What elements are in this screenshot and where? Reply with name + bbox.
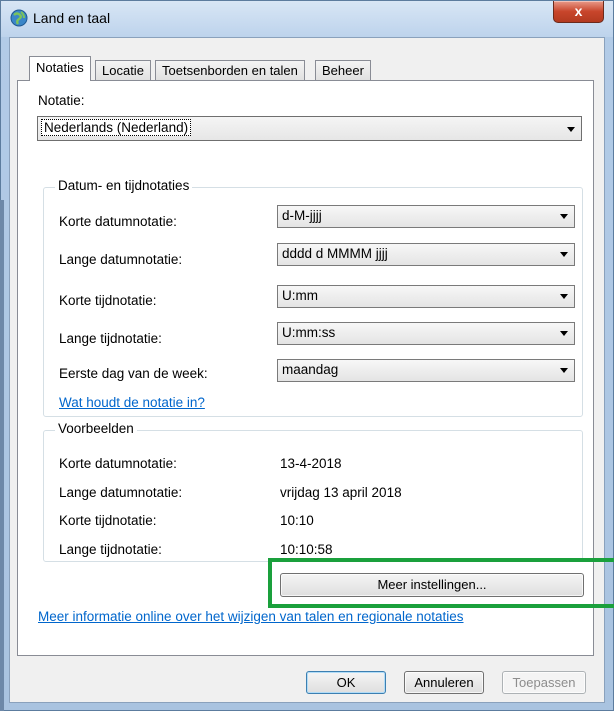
notatie-value: Nederlands (Nederland) [41, 119, 192, 136]
example-value: vrijdag 13 april 2018 [280, 485, 402, 500]
ok-button[interactable]: OK [306, 671, 386, 694]
label-korte-datumnotatie: Korte datumnotatie: [59, 214, 177, 229]
eerste-dag-dropdown[interactable]: maandag [277, 359, 575, 382]
chevron-down-icon [560, 294, 568, 299]
cancel-button[interactable]: Annuleren [404, 671, 484, 694]
tab-label: Notaties [36, 60, 84, 75]
example-value: 13-4-2018 [280, 456, 342, 471]
window-title: Land en taal [33, 10, 111, 26]
tab-notaties[interactable]: Notaties [29, 56, 91, 81]
label-lange-tijdnotatie: Lange tijdnotatie: [59, 331, 162, 346]
dropdown-value: dddd d MMMM jjjj [282, 246, 388, 261]
button-label: OK [336, 675, 356, 690]
example-value: 10:10:58 [280, 542, 333, 557]
highlight-box [268, 558, 614, 608]
online-info-link[interactable]: Meer informatie online over het wijzigen… [38, 609, 464, 624]
chevron-down-icon [560, 368, 568, 373]
chevron-down-icon [560, 252, 568, 257]
dropdown-value: U:mm:ss [282, 325, 336, 340]
tab-label: Locatie [102, 63, 144, 78]
notatie-dropdown[interactable]: Nederlands (Nederland) [37, 116, 582, 141]
korte-tijdnotatie-dropdown[interactable]: U:mm [277, 285, 575, 308]
korte-datumnotatie-dropdown[interactable]: d-M-jjjj [277, 205, 575, 228]
dropdown-value: maandag [282, 362, 339, 377]
tab-beheer[interactable]: Beheer [315, 60, 371, 80]
chevron-down-icon [567, 127, 575, 132]
tab-toetsenborden[interactable]: Toetsenborden en talen [155, 60, 305, 80]
group-title-formats: Datum- en tijdnotaties [55, 178, 193, 193]
lange-datumnotatie-dropdown[interactable]: dddd d MMMM jjjj [277, 243, 575, 266]
group-title-examples: Voorbeelden [55, 421, 137, 436]
label-eerste-dag: Eerste dag van de week: [59, 366, 208, 381]
dropdown-value: d-M-jjjj [282, 208, 322, 223]
dropdown-value: U:mm [282, 288, 318, 303]
example-label: Lange tijdnotatie: [59, 542, 162, 557]
example-label: Korte tijdnotatie: [59, 513, 157, 528]
example-value: 10:10 [280, 513, 314, 528]
globe-icon [10, 9, 28, 27]
title-bar[interactable]: Land en taal x [1, 1, 613, 37]
tab-label: Toetsenborden en talen [162, 63, 298, 78]
chevron-down-icon [560, 331, 568, 336]
tab-label: Beheer [322, 63, 364, 78]
button-label: Annuleren [414, 675, 474, 690]
chevron-down-icon [560, 214, 568, 219]
notatie-label: Notatie: [38, 93, 85, 108]
background-window-edge [0, 200, 4, 711]
apply-button[interactable]: Toepassen [502, 671, 586, 694]
help-notation-link[interactable]: Wat houdt de notatie in? [59, 395, 205, 410]
close-button[interactable]: x [553, 1, 604, 23]
lange-tijdnotatie-dropdown[interactable]: U:mm:ss [277, 322, 575, 345]
example-label: Korte datumnotatie: [59, 456, 177, 471]
example-label: Lange datumnotatie: [59, 485, 183, 500]
tab-locatie[interactable]: Locatie [95, 60, 151, 80]
close-icon: x [574, 3, 583, 19]
label-lange-datumnotatie: Lange datumnotatie: [59, 252, 183, 267]
label-korte-tijdnotatie: Korte tijdnotatie: [59, 293, 157, 308]
button-label: Toepassen [512, 675, 576, 690]
